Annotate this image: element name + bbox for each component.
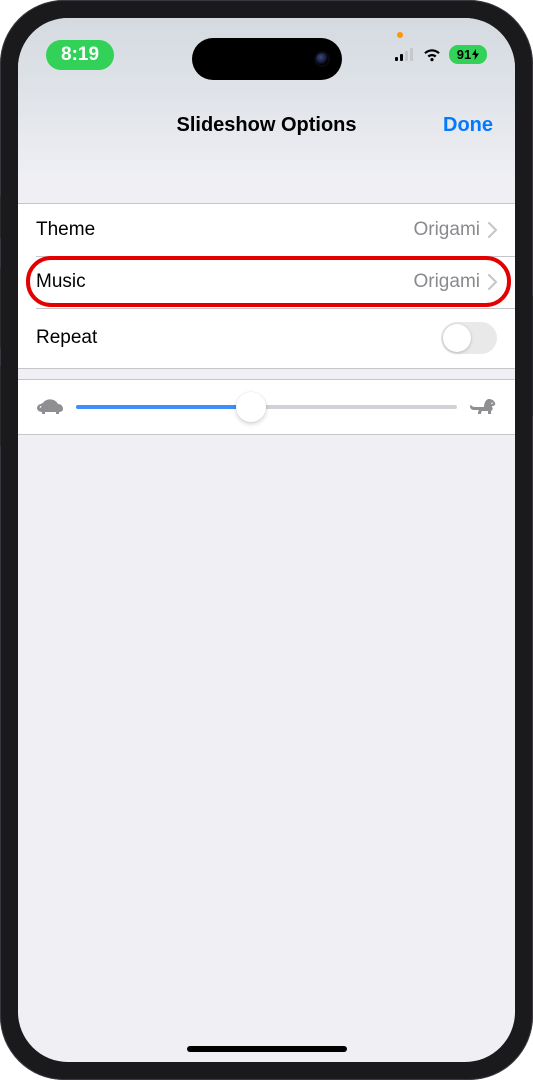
front-camera-icon — [316, 53, 328, 65]
repeat-row: Repeat — [18, 308, 515, 368]
hare-icon — [469, 398, 497, 416]
wifi-icon — [422, 48, 442, 62]
battery-indicator: 91 — [449, 45, 487, 64]
screen: 8:19 91 — [18, 18, 515, 1062]
music-value-group: Origami — [413, 271, 497, 293]
done-button[interactable]: Done — [443, 114, 493, 137]
chevron-right-icon — [488, 274, 497, 290]
music-value: Origami — [413, 271, 480, 293]
dynamic-island — [192, 38, 342, 80]
theme-value-group: Origami — [413, 219, 497, 241]
side-button-silent — [0, 196, 1, 238]
status-time-pill: 8:19 — [46, 40, 114, 70]
tortoise-icon — [36, 398, 64, 416]
phone-frame: 8:19 91 — [0, 0, 533, 1080]
speed-slider-row — [18, 379, 515, 435]
theme-row[interactable]: Theme Origami — [18, 204, 515, 256]
theme-value: Origami — [413, 219, 480, 241]
music-label: Music — [36, 271, 86, 293]
repeat-toggle[interactable] — [441, 322, 497, 354]
slider-fill — [76, 405, 251, 409]
page-title: Slideshow Options — [176, 114, 356, 137]
modal-header: Slideshow Options Done — [18, 90, 515, 203]
battery-text: 91 — [457, 47, 471, 62]
mic-indicator-icon — [397, 32, 403, 38]
side-button-volume-down — [0, 366, 1, 446]
toggle-thumb — [443, 324, 471, 352]
speed-slider[interactable] — [76, 405, 457, 409]
side-button-volume-up — [0, 268, 1, 348]
repeat-label: Repeat — [36, 327, 97, 349]
chevron-right-icon — [488, 222, 497, 238]
options-list: Theme Origami Music Origami — [18, 203, 515, 369]
theme-label: Theme — [36, 219, 95, 241]
music-row[interactable]: Music Origami — [18, 256, 515, 308]
cellular-icon — [395, 48, 415, 62]
charging-bolt-icon — [472, 49, 479, 60]
status-right-group: 91 — [395, 40, 487, 64]
slider-thumb[interactable] — [236, 392, 266, 422]
home-indicator[interactable] — [187, 1046, 347, 1052]
